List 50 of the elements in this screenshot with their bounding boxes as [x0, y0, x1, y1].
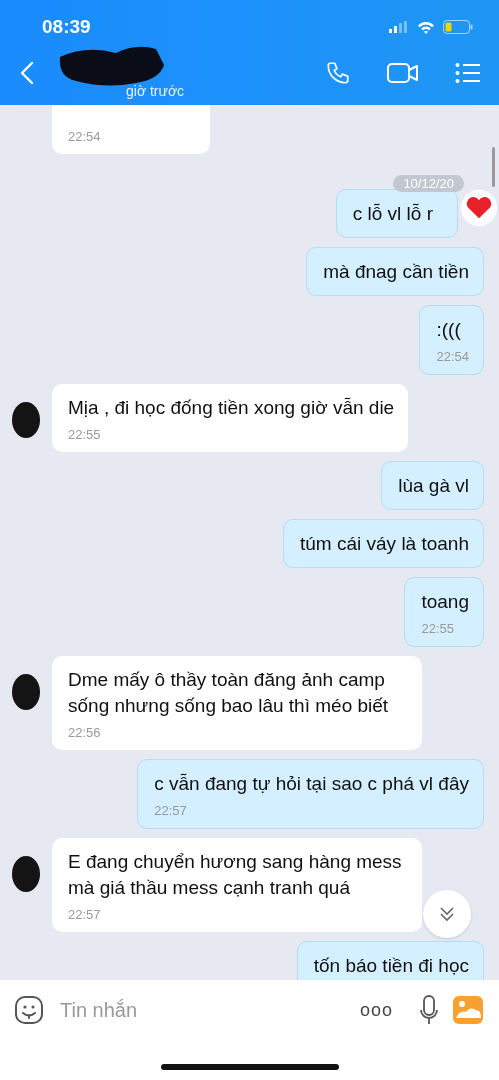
- microphone-icon[interactable]: [419, 995, 439, 1025]
- double-chevron-down-icon: [438, 905, 456, 923]
- status-time: 08:39: [42, 16, 91, 38]
- message-input[interactable]: Tin nhắn: [58, 997, 346, 1023]
- battery-icon: [443, 20, 473, 34]
- message-text: E đang chuyển hương sang hàng mess mà giá thầu mess cạnh tranh quá: [68, 850, 403, 900]
- avatar[interactable]: [10, 854, 42, 894]
- message-bubble[interactable]: mà đnag cần tiền: [306, 247, 484, 296]
- message-text: túm cái váy là toanh: [300, 532, 469, 556]
- last-seen-text: giờ trước: [125, 82, 186, 101]
- message-bubble[interactable]: túm cái váy là toanh: [283, 519, 484, 568]
- phone-icon: [325, 59, 351, 86]
- message-text: toang: [421, 590, 469, 614]
- message-text: tốn báo tiền đi học: [313, 954, 469, 978]
- message-text: c lỗ vl lỗ r: [352, 202, 433, 226]
- message-bubble[interactable]: toang 22:55: [404, 577, 484, 647]
- message-time: 22:56: [68, 725, 102, 740]
- signal-icon: [389, 21, 409, 33]
- message-text: Mịa , đi học đống tiền xong giờ vẫn die: [68, 396, 395, 420]
- back-icon: [20, 60, 34, 85]
- message-bubble[interactable]: c vẫn đang tự hỏi tại sao c phá vl đây 22:57: [137, 759, 484, 829]
- message-text: mà đnag cần tiền: [323, 260, 469, 284]
- message-time: 22:54: [68, 129, 102, 144]
- video-camera-icon: [387, 61, 419, 84]
- message-text: :(((: [436, 318, 462, 342]
- more-button[interactable]: ooo: [359, 999, 393, 1021]
- message-bubble[interactable]: :((( 22:54: [419, 305, 484, 375]
- avatar[interactable]: [10, 672, 42, 712]
- avatar[interactable]: [10, 400, 42, 440]
- sticker-icon[interactable]: [14, 995, 44, 1025]
- message-text: lùa gà vl: [398, 474, 469, 498]
- message-time: 22:55: [421, 621, 455, 636]
- scroll-down-button[interactable]: [423, 890, 471, 938]
- scrollbar: [492, 147, 495, 187]
- message-time: 22:57: [154, 803, 188, 818]
- message-time: 22:57: [68, 907, 102, 922]
- message-text: c vẫn đang tự hỏi tại sao c phá vl đây: [154, 772, 469, 796]
- message-bubble[interactable]: lùa gà vl: [381, 461, 484, 510]
- heart-reaction-icon[interactable]: [460, 189, 498, 227]
- message-bubble[interactable]: tốn báo tiền đi học: [296, 941, 484, 980]
- message-text: Dme mấy ô thầy toàn đăng ảnh camp sống nhưng sống bao lâu thì méo biết: [68, 668, 390, 718]
- menu-icon: [455, 61, 481, 84]
- wifi-icon: [417, 20, 435, 34]
- message-time: 22:54: [436, 349, 469, 364]
- message-bubble[interactable]: c lỗ vl lỗ r: [335, 189, 458, 238]
- message-bubble[interactable]: E đang chuyển hương sang hàng mess mà giá thầu mess cạnh tranh quá 22:57: [52, 838, 422, 932]
- message-bubble[interactable]: Mịa , đi học đống tiền xong giờ vẫn die 22:55: [52, 384, 409, 452]
- message-time: 22:55: [68, 427, 102, 442]
- date-badge: 10/12/20: [393, 175, 464, 192]
- message-bubble[interactable]: Dme mấy ô thầy toàn đăng ảnh camp sống nhưng sống bao lâu thì méo biết 22:56: [52, 656, 422, 750]
